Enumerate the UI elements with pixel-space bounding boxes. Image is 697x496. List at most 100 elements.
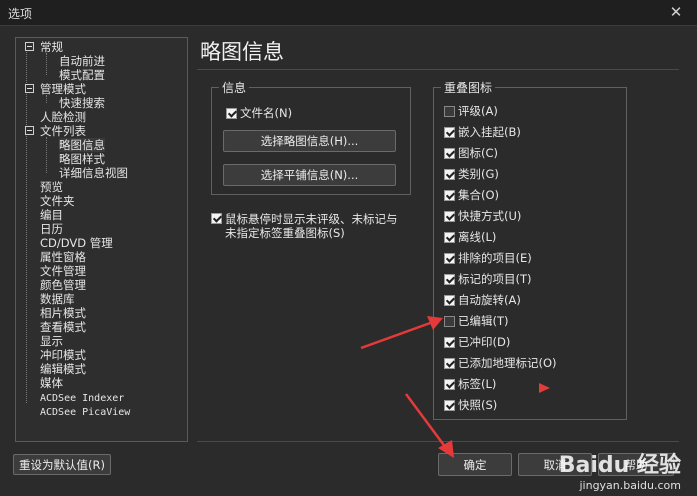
tree-item-folders[interactable]: 文件夹 <box>40 194 75 208</box>
checkbox-checked-icon[interactable] <box>211 213 222 224</box>
overlay-item-label: 离线(L) <box>458 230 497 244</box>
checkbox-checked-icon[interactable] <box>444 231 455 243</box>
overlay-item-checkbox[interactable]: 嵌入挂起(B) <box>444 124 521 140</box>
overlay-item-checkbox[interactable]: 标记的项目(T) <box>444 271 532 287</box>
checkbox-checked-icon[interactable] <box>444 378 455 390</box>
tree-item-color-management[interactable]: 颜色管理 <box>40 278 86 292</box>
overlay-item-checkbox[interactable]: 排除的项目(E) <box>444 250 532 266</box>
overlay-item-label: 类别(G) <box>458 167 499 181</box>
overlay-item-checkbox[interactable]: 图标(C) <box>444 145 498 161</box>
checkbox-checked-icon[interactable] <box>444 252 455 264</box>
overlay-item-label: 已编辑(T) <box>458 314 509 328</box>
overlay-item-checkbox[interactable]: 评级(A) <box>444 103 498 119</box>
tree-item-media[interactable]: 媒体 <box>40 376 63 390</box>
select-tile-info-button[interactable]: 选择平铺信息(N)... <box>223 164 396 186</box>
tree-item-face-detection[interactable]: 人脸检测 <box>40 110 86 124</box>
tree-item-calendar[interactable]: 日历 <box>40 222 63 236</box>
tree-item-view-mode[interactable]: 查看模式 <box>40 320 86 334</box>
tree-item-thumbnail-info[interactable]: 略图信息 <box>59 138 105 152</box>
options-tree[interactable]: 常规 自动前进 模式配置 管理模式 快速搜索 人脸检测 文件列表 略图信息 略图… <box>15 37 188 442</box>
tree-item-details-view[interactable]: 详细信息视图 <box>59 166 128 180</box>
hover-overlay-checkbox[interactable] <box>211 213 225 224</box>
window-title: 选项 <box>8 7 33 21</box>
tree-item-acdsee-indexer[interactable]: ACDSee Indexer <box>40 390 124 404</box>
tree-item-thumbnail-style[interactable]: 略图样式 <box>59 152 105 166</box>
tree-item-edit-mode[interactable]: 编辑模式 <box>40 362 86 376</box>
divider <box>197 69 679 70</box>
overlay-item-label: 快捷方式(U) <box>458 209 522 223</box>
checkbox-checked-icon[interactable] <box>444 168 455 180</box>
tree-item-database[interactable]: 数据库 <box>40 292 75 306</box>
tree-item-manage-mode[interactable]: 管理模式 <box>25 82 86 96</box>
hover-overlay-line2: 未指定标签重叠图标(S) <box>225 226 345 240</box>
overlay-item-label: 标记的项目(T) <box>458 272 532 286</box>
tree-item-preview[interactable]: 预览 <box>40 180 63 194</box>
collapse-icon[interactable] <box>25 126 34 135</box>
tree-item-display[interactable]: 显示 <box>40 334 63 348</box>
reset-defaults-button[interactable]: 重设为默认值(R) <box>13 454 111 475</box>
info-group: 信息 文件名(N) 选择略图信息(H)... 选择平铺信息(N)... <box>211 79 411 195</box>
tree-connector <box>46 53 47 75</box>
overlay-item-checkbox[interactable]: 已冲印(D) <box>444 334 510 350</box>
checkbox-checked-icon[interactable] <box>444 147 455 159</box>
tree-item-general[interactable]: 常规 <box>25 40 63 54</box>
title-bar: 选项 ✕ <box>0 0 697 26</box>
overlay-item-checkbox[interactable]: 离线(L) <box>444 229 496 245</box>
overlay-item-label: 已冲印(D) <box>458 335 511 349</box>
tree-item-file-list[interactable]: 文件列表 <box>25 124 86 138</box>
watermark-url: jingyan.baidu.com <box>579 479 681 492</box>
tree-connector <box>46 137 47 173</box>
overlay-item-checkbox[interactable]: 已编辑(T) <box>444 313 509 329</box>
overlay-icons-legend: 重叠图标 <box>441 79 496 96</box>
checkbox-checked-icon[interactable] <box>444 273 455 285</box>
overlay-item-label: 图标(C) <box>458 146 499 160</box>
overlay-item-checkbox[interactable]: 集合(O) <box>444 187 499 203</box>
collapse-icon[interactable] <box>25 42 34 51</box>
tree-connector <box>26 48 27 403</box>
overlay-item-label: 自动旋转(A) <box>458 293 521 307</box>
filename-checkbox[interactable]: 文件名(N) <box>226 105 292 121</box>
hover-overlay-line1: 鼠标悬停时显示未评级、未标记与 <box>225 212 398 226</box>
checkbox-checked-icon[interactable] <box>444 189 455 201</box>
select-thumbnail-info-button[interactable]: 选择略图信息(H)... <box>223 130 396 152</box>
checkbox-checked-icon[interactable] <box>444 210 455 222</box>
checkbox-unchecked-icon[interactable] <box>444 105 455 117</box>
overlay-item-label: 快照(S) <box>458 398 498 412</box>
overlay-item-checkbox[interactable]: 已添加地理标记(O) <box>444 355 557 371</box>
tree-item-acdsee-picaview[interactable]: ACDSee PicaView <box>40 404 130 418</box>
annotation-arrow-icon <box>404 393 454 458</box>
overlay-item-label: 评级(A) <box>458 104 498 118</box>
overlay-item-checkbox[interactable]: 类别(G) <box>444 166 499 182</box>
overlay-item-label: 排除的项目(E) <box>458 251 532 265</box>
overlay-item-checkbox[interactable]: 快捷方式(U) <box>444 208 521 224</box>
tree-item-file-management[interactable]: 文件管理 <box>40 264 86 278</box>
tree-connector <box>46 95 47 103</box>
tree-item-mode-config[interactable]: 模式配置 <box>59 68 105 82</box>
watermark: Baidu 经验 jingyan.baidu.com <box>559 447 681 492</box>
tree-item-properties-pane[interactable]: 属性窗格 <box>40 250 86 264</box>
overlay-item-label: 集合(O) <box>458 188 500 202</box>
collapse-icon[interactable] <box>25 84 34 93</box>
overlay-item-checkbox[interactable]: 自动旋转(A) <box>444 292 521 308</box>
annotation-marker-icon <box>539 383 550 393</box>
filename-label: 文件名(N) <box>240 106 293 120</box>
checkbox-checked-icon[interactable] <box>444 357 455 369</box>
checkbox-checked-icon[interactable] <box>444 294 455 306</box>
overlay-item-label: 嵌入挂起(B) <box>458 125 521 139</box>
tree-item-cd-dvd[interactable]: CD/DVD 管理 <box>40 236 113 250</box>
tree-item-quick-search[interactable]: 快速搜索 <box>59 96 105 110</box>
tree-item-catalog[interactable]: 编目 <box>40 208 63 222</box>
hover-overlay-label: 鼠标悬停时显示未评级、未标记与 未指定标签重叠图标(S) <box>225 212 398 240</box>
tree-item-auto-advance[interactable]: 自动前进 <box>59 54 105 68</box>
info-group-legend: 信息 <box>219 79 250 96</box>
page-title: 略图信息 <box>200 40 284 64</box>
annotation-arrow-icon <box>360 316 443 350</box>
watermark-brand: Baidu 经验 <box>558 453 681 478</box>
overlay-item-label: 已添加地理标记(O) <box>458 356 557 370</box>
overlay-item-label: 标签(L) <box>458 377 497 391</box>
checkbox-checked-icon[interactable] <box>444 126 455 138</box>
checkbox-checked-icon[interactable] <box>226 107 237 119</box>
tree-item-print-mode[interactable]: 冲印模式 <box>40 348 86 362</box>
close-icon[interactable]: ✕ <box>667 3 685 21</box>
tree-item-photo-mode[interactable]: 相片模式 <box>40 306 86 320</box>
